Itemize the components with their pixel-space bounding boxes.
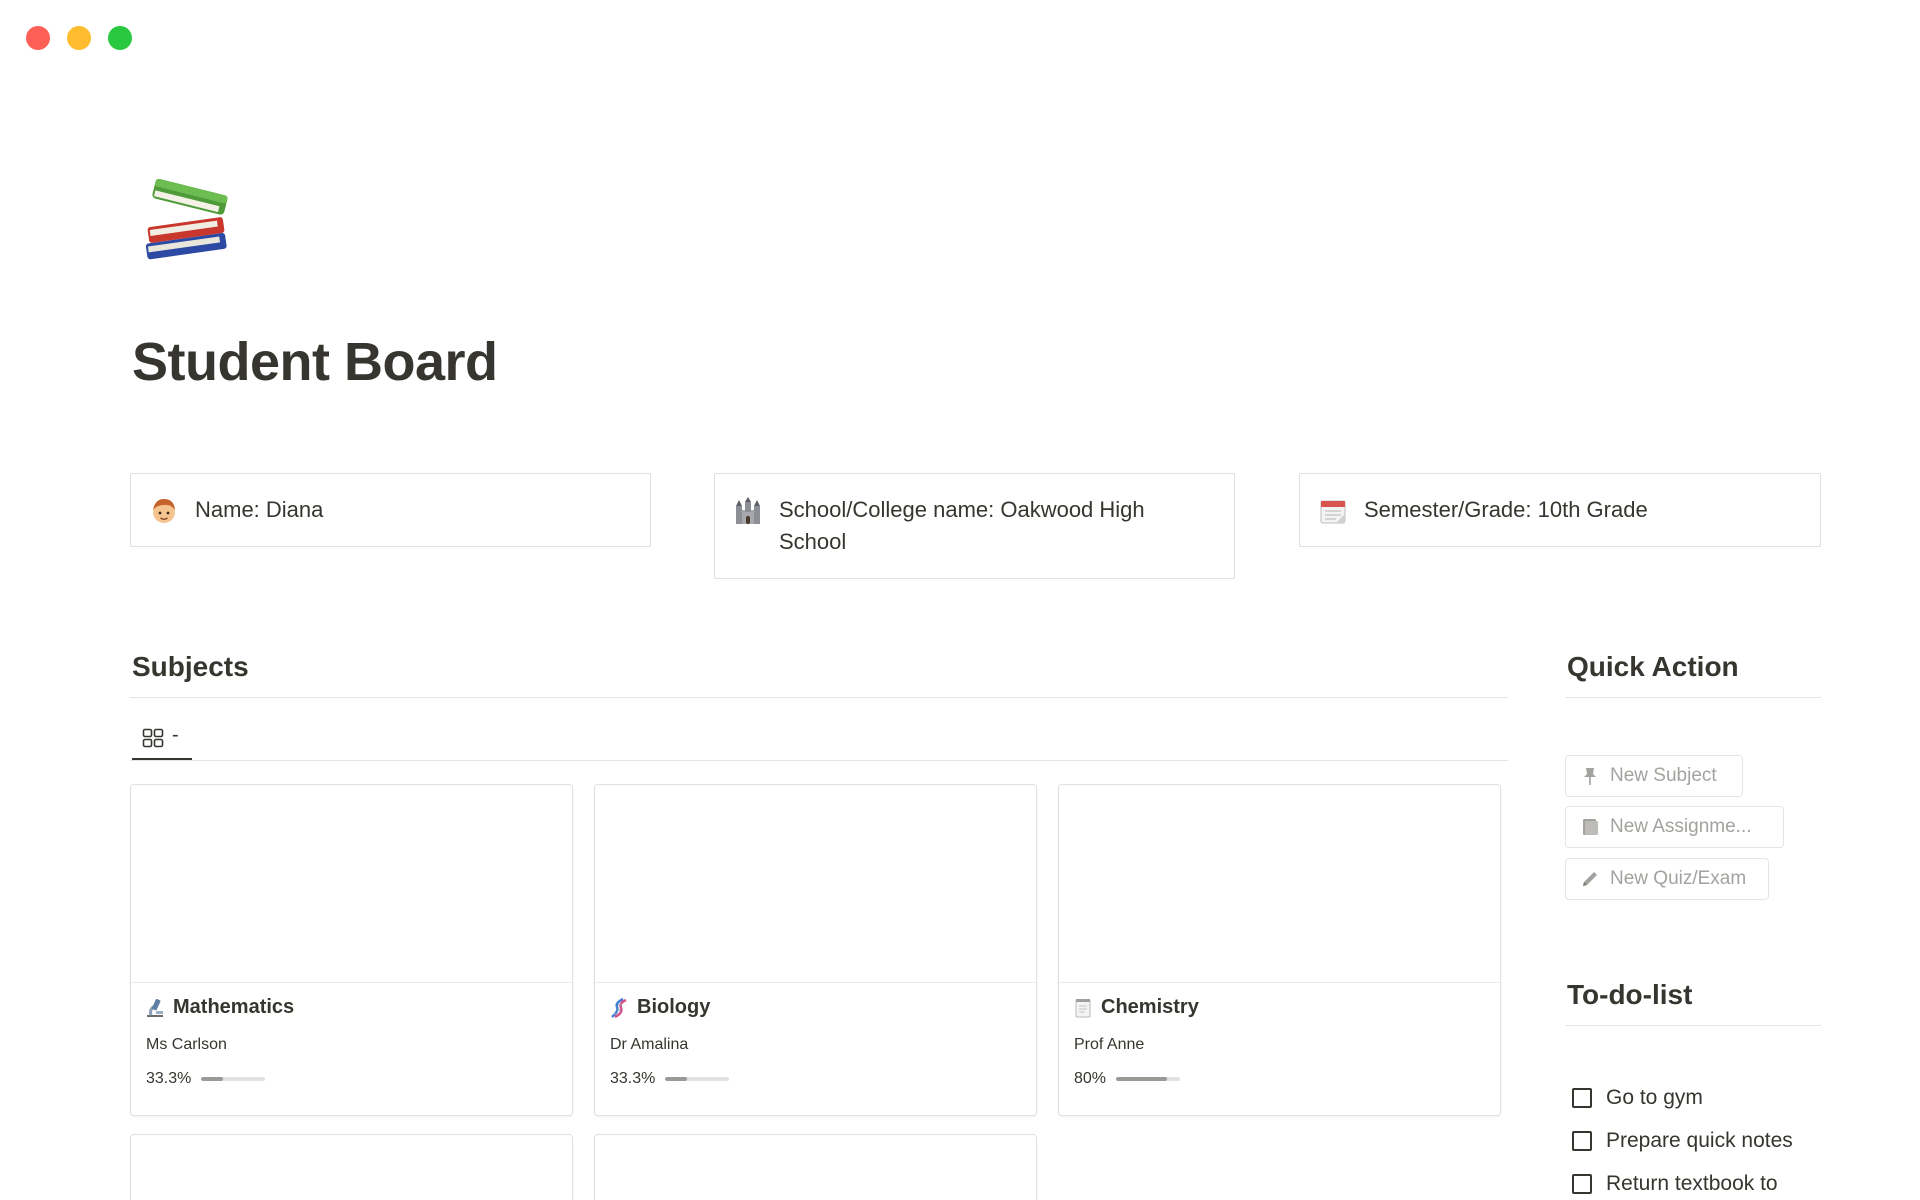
grade-callout: Semester/Grade: 10th Grade [1299,473,1821,547]
card-teacher: Dr Amalina [610,1036,689,1053]
card-progress: 80% [1074,1070,1181,1088]
gallery-grid-icon [142,728,164,748]
todo-label: Prepare quick notes [1606,1129,1793,1152]
progress-bar [201,1077,266,1081]
card-progress: 33.3% [146,1070,266,1088]
new-subject-label: New Subject [1610,765,1717,786]
microscope-icon [147,998,163,1017]
grade-label: Semester/Grade: 10th Grade [1364,497,1648,522]
name-callout: Name: Diana [130,473,651,547]
new-quiz-exam-button[interactable]: New Quiz/Exam [1565,858,1769,900]
card-title: Chemistry [1073,996,1199,1019]
card-title-text: Chemistry [1101,996,1199,1018]
page-title: Student Board [132,332,498,392]
card-teacher: Prof Anne [1074,1036,1145,1053]
subject-card-partial[interactable] [594,1134,1037,1200]
school-label: School/College name: Oakwood High School [779,497,1145,554]
name-label: Name: Diana [195,497,324,522]
student-icon [153,499,175,523]
subject-card-partial[interactable] [130,1134,573,1200]
subjects-divider [130,697,1508,698]
card-cover [595,785,1036,983]
new-assignment-button[interactable]: New Assignme... [1565,806,1784,848]
minimize-window-button[interactable] [67,26,91,50]
pin-icon [1584,768,1596,785]
books-icon[interactable] [136,170,236,275]
progress-label: 33.3% [146,1070,192,1087]
todo-checkbox[interactable] [1572,1131,1592,1151]
subject-card-chemistry[interactable]: Chemistry Prof Anne 80% [1058,784,1501,1116]
gallery-view-tab[interactable]: - [132,722,192,760]
subjects-heading: Subjects [132,651,249,682]
progress-fill [201,1077,223,1081]
todo-checkbox[interactable] [1572,1088,1592,1108]
card-progress: 33.3% [610,1070,730,1088]
todo-item: Return textbook to [1572,1172,1778,1196]
student-board-page: Student Board Name: Diana School/College… [0,0,1920,1200]
new-quiz-exam-label: New Quiz/Exam [1610,868,1747,889]
gallery-tab-divider [130,760,1508,761]
subject-card-mathematics[interactable]: Mathematics Ms Carlson 33.3% [130,784,573,1116]
progress-bar [665,1077,730,1081]
dna-icon [611,997,627,1018]
progress-label: 33.3% [610,1070,656,1087]
notepad-icon [1075,998,1091,1017]
todo-item: Go to gym [1572,1086,1703,1110]
card-title: Biology [609,996,710,1019]
pencil-icon [1583,872,1597,886]
card-title-text: Mathematics [173,996,295,1018]
card-cover [1059,785,1500,983]
quick-action-heading: Quick Action [1567,651,1739,682]
card-title-text: Biology [637,996,711,1018]
todo-label: Go to gym [1606,1086,1703,1109]
todo-heading: To-do-list [1567,979,1693,1010]
notebook-icon [1583,819,1598,835]
castle-icon [736,497,760,524]
new-subject-button[interactable]: New Subject [1565,755,1743,797]
card-title: Mathematics [145,996,294,1019]
calendar-icon [1320,500,1346,524]
progress-fill [665,1077,687,1081]
todo-divider [1565,1025,1821,1026]
subject-card-biology[interactable]: Biology Dr Amalina 33.3% [594,784,1037,1116]
zoom-window-button[interactable] [108,26,132,50]
todo-item: Prepare quick notes [1572,1129,1793,1153]
card-cover [131,785,572,983]
card-teacher: Ms Carlson [146,1036,227,1053]
todo-checkbox[interactable] [1572,1174,1592,1194]
progress-bar [1116,1077,1181,1081]
close-window-button[interactable] [26,26,50,50]
todo-label: Return textbook to [1606,1172,1778,1195]
view-tab-label: - [172,724,179,746]
school-callout: School/College name: Oakwood High School [714,473,1235,579]
progress-label: 80% [1074,1070,1107,1087]
new-assignment-label: New Assignme... [1610,816,1752,837]
progress-fill [1116,1077,1168,1081]
quick-action-divider [1565,697,1821,698]
window-controls [26,26,132,50]
